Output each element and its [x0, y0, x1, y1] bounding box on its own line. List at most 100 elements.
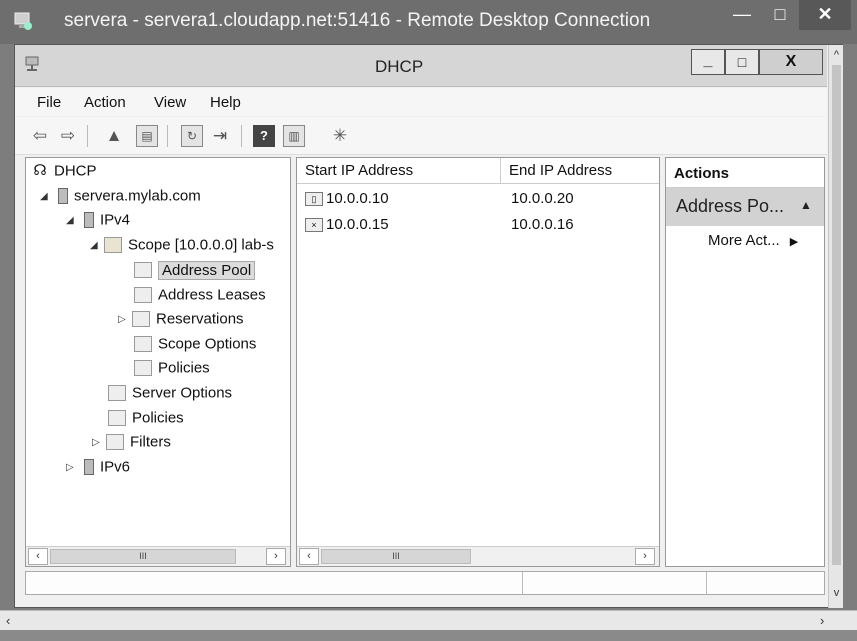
more-actions-item[interactable]: More Act... ▶ [708, 232, 798, 249]
forward-arrow-icon[interactable]: ⇨ [57, 125, 79, 147]
tree-item-address-leases[interactable]: Address Leases [134, 286, 266, 308]
toolbar-separator [87, 125, 88, 147]
start-ip-value: 10.0.0.10 [326, 190, 389, 207]
menu-action[interactable]: Action [84, 94, 126, 111]
excluded-range-icon: × [305, 218, 323, 233]
help-icon[interactable]: ? [253, 125, 275, 147]
dhcp-title-bar[interactable]: DHCP _ □ X [15, 45, 827, 87]
tree-item-server-options[interactable]: Server Options [108, 384, 232, 406]
menu-help[interactable]: Help [210, 94, 241, 111]
actions-header: Actions [666, 158, 824, 188]
show-hide-console-tree-icon[interactable]: ▤ [136, 125, 158, 147]
window-bottom-border [0, 630, 857, 641]
export-list-icon[interactable]: ⇥ [209, 125, 231, 147]
tree-item-reservations[interactable]: ▷ Reservations [118, 310, 244, 332]
tree-item-address-pool[interactable]: Address Pool [134, 260, 256, 283]
rdp-window-title: servera - servera1.cloudapp.net:51416 - … [64, 10, 651, 31]
rdp-horizontal-scrollbar[interactable]: ‹ › [0, 610, 857, 630]
list-item[interactable]: ▯ 10.0.0.10 10.0.0.20 [297, 187, 659, 212]
scroll-right-arrow-icon[interactable]: › [635, 548, 655, 565]
vertical-scroll-thumb[interactable] [832, 65, 841, 565]
menu-bar: File Action View Help [15, 88, 827, 116]
collapse-arrow-icon[interactable]: ◢ [66, 215, 80, 226]
rdp-minimize-button[interactable]: — [722, 0, 762, 30]
scope-folder-icon [104, 237, 122, 254]
dhcp-window-controls: _ □ X [691, 49, 827, 77]
dhcp-app-icon [25, 56, 39, 71]
remote-desktop-icon [14, 12, 32, 30]
toolbar: ⇦ ⇨ ▲ ▤ ↻ ⇥ ? ▥ ✳ [15, 117, 827, 155]
ipv6-icon [84, 459, 94, 476]
scroll-up-arrow-icon[interactable]: ^ [829, 49, 844, 61]
up-one-level-icon[interactable]: ▲ [103, 125, 125, 147]
tree-item-ipv4[interactable]: ◢ IPv4 [66, 211, 130, 233]
remote-session-area: DHCP _ □ X ^ v File Action View Help ⇦ ⇨… [14, 44, 843, 608]
session-vertical-scrollbar[interactable]: ^ v [828, 45, 843, 608]
address-leases-icon [134, 287, 152, 304]
scroll-left-arrow-icon[interactable]: ‹ [6, 613, 10, 628]
policies-icon [108, 410, 126, 427]
filter-icon [106, 434, 124, 451]
tree-item-policies[interactable]: Policies [108, 409, 184, 431]
more-actions-label: More Act... [708, 232, 780, 249]
dhcp-close-button[interactable]: X [759, 49, 823, 75]
tree-item-dhcp[interactable]: ☊ DHCP [32, 162, 96, 184]
dhcp-maximize-button[interactable]: □ [725, 49, 759, 75]
collapse-triangle-icon[interactable]: ▲ [800, 198, 812, 212]
dhcp-window-title: DHCP [375, 57, 424, 76]
refresh-icon[interactable]: ↻ [181, 125, 203, 147]
toolbar-separator [241, 125, 242, 147]
collapse-arrow-icon[interactable]: ◢ [90, 240, 104, 251]
server-options-icon [108, 385, 126, 402]
status-segment [522, 572, 706, 594]
column-header-end-ip[interactable]: End IP Address [501, 158, 659, 184]
rdp-close-button[interactable]: ✕ [799, 0, 851, 30]
list-item[interactable]: × 10.0.0.15 10.0.0.16 [297, 213, 659, 238]
show-action-pane-icon[interactable]: ▥ [283, 125, 305, 147]
list-horizontal-scrollbar[interactable]: ‹ III › [297, 546, 659, 566]
expand-arrow-icon[interactable]: ▷ [118, 314, 132, 325]
horizontal-scroll-thumb[interactable]: III [321, 549, 471, 564]
actions-pane: Actions Address Po... ▲ More Act... ▶ [665, 157, 825, 567]
status-bar [25, 571, 825, 595]
tree-item-scope-policies[interactable]: Policies [134, 359, 210, 381]
column-header-start-ip[interactable]: Start IP Address [297, 158, 501, 184]
tree-item-ipv6[interactable]: ▷ IPv6 [66, 458, 130, 480]
remote-desktop-window: servera - servera1.cloudapp.net:51416 - … [0, 0, 857, 641]
status-segment [706, 572, 824, 594]
expand-arrow-icon[interactable]: ▷ [66, 462, 80, 473]
menu-view[interactable]: View [154, 94, 186, 111]
menu-file[interactable]: File [37, 94, 61, 111]
tree-item-scope-options[interactable]: Scope Options [134, 335, 256, 357]
tree-item-scope[interactable]: ◢ Scope [10.0.0.0] lab-s [90, 236, 274, 258]
scroll-right-arrow-icon[interactable]: › [820, 613, 824, 628]
scope-options-icon [134, 336, 152, 353]
tree-horizontal-scrollbar[interactable]: ‹ III › [26, 546, 290, 566]
rdp-maximize-button[interactable]: □ [760, 0, 800, 30]
server-icon [58, 188, 68, 205]
reservations-icon [132, 311, 150, 328]
address-pool-icon [134, 262, 152, 279]
tree-item-filters[interactable]: ▷ Filters [92, 433, 171, 455]
tree-item-server[interactable]: ◢ servera.mylab.com [40, 187, 201, 209]
scope-wizard-icon[interactable]: ✳ [329, 125, 351, 147]
scroll-left-arrow-icon[interactable]: ‹ [299, 548, 319, 565]
actions-section-label: Address Po... [676, 196, 785, 216]
submenu-arrow-icon: ▶ [789, 236, 799, 248]
ipv4-icon [84, 212, 94, 229]
scroll-down-arrow-icon[interactable]: v [829, 587, 844, 599]
address-range-icon: ▯ [305, 192, 323, 207]
expand-arrow-icon[interactable]: ▷ [92, 437, 106, 448]
scroll-right-arrow-icon[interactable]: › [266, 548, 286, 565]
back-arrow-icon[interactable]: ⇦ [29, 125, 51, 147]
scroll-left-arrow-icon[interactable]: ‹ [28, 548, 48, 565]
actions-section-address-pool[interactable]: Address Po... ▲ [666, 188, 824, 226]
rdp-title-bar[interactable]: servera - servera1.cloudapp.net:51416 - … [0, 0, 857, 44]
end-ip-value: 10.0.0.16 [511, 216, 574, 233]
horizontal-scroll-thumb[interactable]: III [50, 549, 236, 564]
end-ip-value: 10.0.0.20 [511, 190, 574, 207]
collapse-arrow-icon[interactable]: ◢ [40, 191, 54, 202]
address-pool-list: Start IP Address End IP Address ▯ 10.0.0.… [296, 157, 660, 567]
policies-icon [134, 360, 152, 377]
dhcp-minimize-button[interactable]: _ [691, 49, 725, 75]
